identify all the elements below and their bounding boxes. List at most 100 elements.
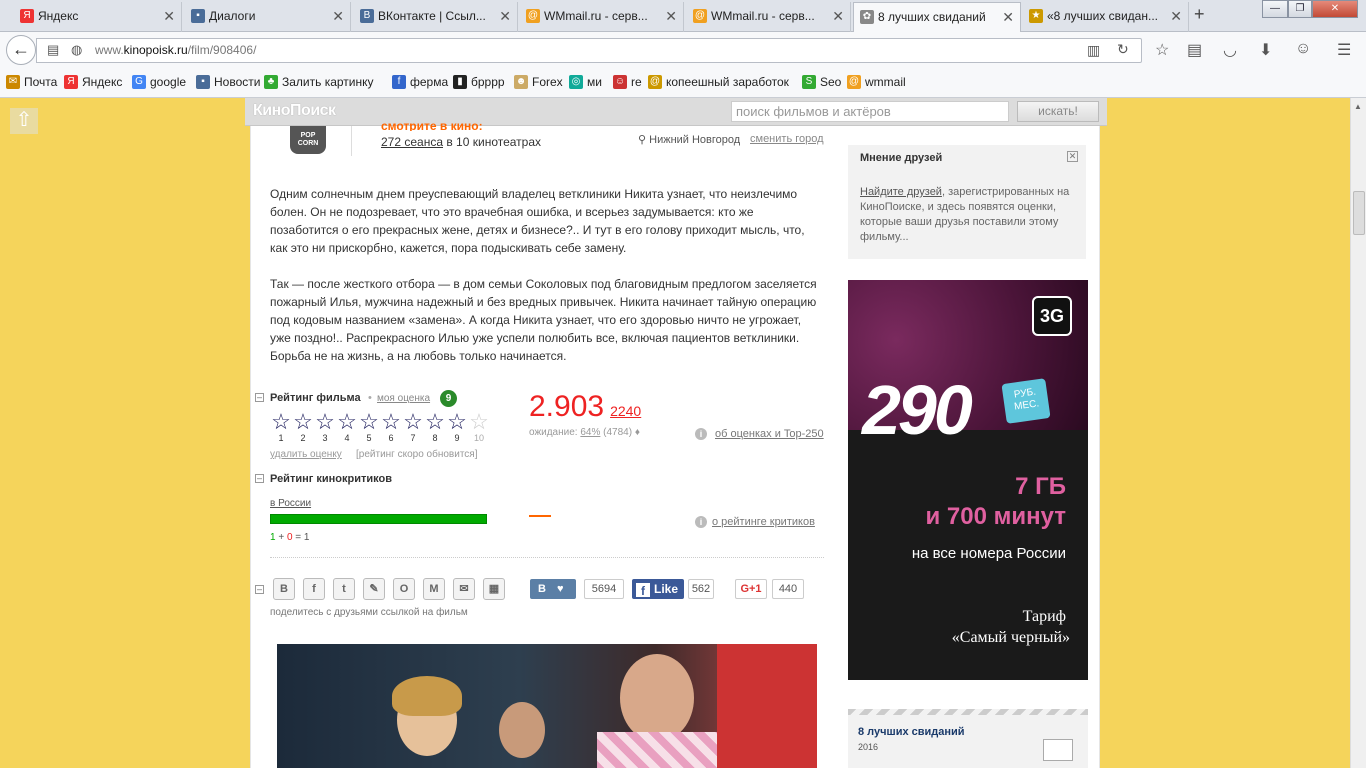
bookmark-item[interactable]: @ копеешный заработок (648, 75, 789, 89)
film-still-image[interactable] (277, 644, 817, 768)
bookmark-star-icon[interactable]: ☆ (1155, 40, 1169, 60)
facebook-share-icon[interactable]: f (303, 578, 325, 600)
star-icon[interactable]: ☆ (336, 411, 358, 433)
card-stripe (848, 709, 1088, 715)
film-card-title[interactable]: 8 лучших свиданий (858, 726, 965, 738)
star-icon[interactable]: ☆ (424, 411, 446, 433)
bookmark-favicon-icon: ☻ (514, 75, 528, 89)
google-plus-button[interactable]: G+1 (735, 579, 767, 599)
back-button[interactable]: ← (6, 35, 36, 65)
bookmark-item[interactable]: ☻ Forex (514, 75, 563, 89)
pocket-icon[interactable]: ◡ (1223, 40, 1237, 60)
tab-4[interactable]: @ WMmail.ru - серв... ✕ (520, 2, 684, 32)
menu-icon[interactable]: ☰ (1337, 40, 1351, 60)
tab-close-icon[interactable]: ✕ (163, 2, 175, 30)
sessions-link[interactable]: 272 сеанса (381, 135, 443, 149)
tab-close-icon[interactable]: ✕ (332, 2, 344, 30)
tab-label: Диалоги (209, 9, 256, 23)
change-city-link[interactable]: сменить город (750, 133, 824, 145)
facebook-like-button[interactable]: f Like (632, 579, 684, 599)
collapse-share-icon[interactable]: – (255, 585, 264, 594)
download-icon[interactable]: ⬇ (1259, 40, 1272, 60)
collapse-rating-icon[interactable]: – (255, 393, 264, 402)
tab-1[interactable]: Я Яндекс ✕ (14, 2, 182, 32)
star-icon[interactable]: ☆ (446, 411, 468, 433)
star-icon[interactable]: ☆ (292, 411, 314, 433)
ad-unit-badge: РУБ. МЕС. (1001, 378, 1051, 424)
bookmark-item[interactable]: f ферма (392, 75, 448, 89)
minimize-button[interactable]: — (1262, 0, 1288, 18)
bookmark-item[interactable]: ▮ брррр (453, 75, 505, 89)
star-icon[interactable]: ☆ (270, 411, 292, 433)
tab-7[interactable]: ★ «8 лучших свидан... ✕ (1023, 2, 1189, 32)
bookmarks-list-icon[interactable]: ▤ (1187, 40, 1202, 60)
bookmark-item[interactable]: Ggoogle (132, 75, 186, 89)
tab-close-icon[interactable]: ✕ (832, 2, 844, 30)
bookmark-item[interactable]: @ wmmail (847, 75, 906, 89)
bookmark-item[interactable]: S Seo (802, 75, 841, 89)
star-number: 1 (278, 433, 284, 443)
about-critics-link[interactable]: о рейтинге критиков (712, 516, 815, 528)
bookmark-item[interactable]: ▪ Новости (196, 75, 260, 89)
bookmark-item[interactable]: ☺ re (613, 75, 642, 89)
votes-count[interactable]: 2240 (610, 403, 641, 419)
bookmark-favicon-icon: ☺ (613, 75, 627, 89)
scrollbar[interactable]: ▲ (1350, 98, 1366, 768)
advertisement-banner[interactable]: 3G 290 РУБ. МЕС. 7 ГБ и 700 минут на все … (848, 280, 1088, 680)
address-bar[interactable]: ▤ ◍ www.kinopoisk.ru/film/908406/ ▥ ↻ (36, 38, 1142, 63)
tab-close-icon[interactable]: ✕ (665, 2, 677, 30)
collapse-critics-icon[interactable]: – (255, 474, 264, 483)
find-friends-link[interactable]: Найдите друзей (860, 186, 942, 198)
close-window-button[interactable]: ✕ (1312, 0, 1358, 18)
star-number: 5 (366, 433, 372, 443)
tab-close-icon[interactable]: ✕ (1002, 3, 1014, 31)
page-list-icon[interactable]: ▤ (47, 42, 59, 58)
vk-share-icon[interactable]: В (273, 578, 295, 600)
reader-view-icon[interactable]: ▥ (1087, 42, 1100, 59)
about-ratings-link[interactable]: об оценках и Top-250 (715, 428, 824, 440)
new-tab-button[interactable]: + (1194, 4, 1205, 25)
tab-close-icon[interactable]: ✕ (1170, 2, 1182, 30)
bookmark-item[interactable]: ◎ ми (569, 75, 602, 89)
delete-rating-link[interactable]: удалить оценку (270, 449, 342, 460)
critics-russia-link[interactable]: в России (270, 498, 311, 509)
twitter-share-icon[interactable]: t (333, 578, 355, 600)
star-icon[interactable]: ☆ (468, 411, 490, 433)
expect-arrow-icon: ♦ (634, 427, 640, 438)
kinopoisk-logo[interactable]: КиноПоиск (253, 102, 336, 120)
bookmark-item[interactable]: ♣ Залить картинку (264, 75, 374, 89)
search-button[interactable]: искать! (1017, 101, 1099, 122)
tab-3[interactable]: В ВКонтакте | Ссыл... ✕ (354, 2, 518, 32)
film-card[interactable]: 8 лучших свиданий 2016 (848, 709, 1088, 768)
livejournal-share-icon[interactable]: ✎ (363, 578, 385, 600)
expect-percent[interactable]: 64% (580, 427, 600, 438)
scrollbar-thumb[interactable] (1353, 191, 1365, 235)
bookmark-item[interactable]: Я Яндекс (64, 75, 122, 89)
tab-2[interactable]: ▪ Диалоги ✕ (185, 2, 351, 32)
mailru-share-icon[interactable]: М (423, 578, 445, 600)
scroll-up-icon[interactable]: ▲ (1354, 102, 1362, 111)
email-share-icon[interactable]: ✉ (453, 578, 475, 600)
tab-close-icon[interactable]: ✕ (499, 2, 511, 30)
maximize-button[interactable]: ❐ (1288, 0, 1312, 18)
smiley-icon[interactable]: ☺ (1295, 40, 1311, 58)
envelope-icon[interactable] (1043, 739, 1073, 761)
tab-5[interactable]: @ WMmail.ru - серв... ✕ (687, 2, 851, 32)
vk-like-button[interactable]: В ♥ (530, 579, 576, 599)
friends-text: Найдите друзей, зарегистрированных на Ки… (860, 185, 1080, 245)
search-input[interactable]: поиск фильмов и актёров (731, 101, 1009, 122)
bookmark-favicon-icon: G (132, 75, 146, 89)
bookmark-item[interactable]: ✉ Почта (6, 75, 57, 89)
star-icon[interactable]: ☆ (314, 411, 336, 433)
friends-opinion-panel: Мнение друзей ✕ Найдите друзей, зарегист… (848, 145, 1086, 259)
scroll-top-icon[interactable]: ⇧ (10, 108, 38, 134)
reload-icon[interactable]: ↻ (1117, 41, 1129, 58)
star-icon[interactable]: ☆ (358, 411, 380, 433)
star-icon[interactable]: ☆ (402, 411, 424, 433)
star-icon[interactable]: ☆ (380, 411, 402, 433)
odnoklassniki-share-icon[interactable]: О (393, 578, 415, 600)
tab-6[interactable]: ✿ 8 лучших свиданий ✕ (853, 2, 1021, 33)
my-rating-link[interactable]: моя оценка (377, 393, 430, 404)
qr-code-icon[interactable]: ▦ (483, 578, 505, 600)
close-icon[interactable]: ✕ (1067, 151, 1078, 162)
